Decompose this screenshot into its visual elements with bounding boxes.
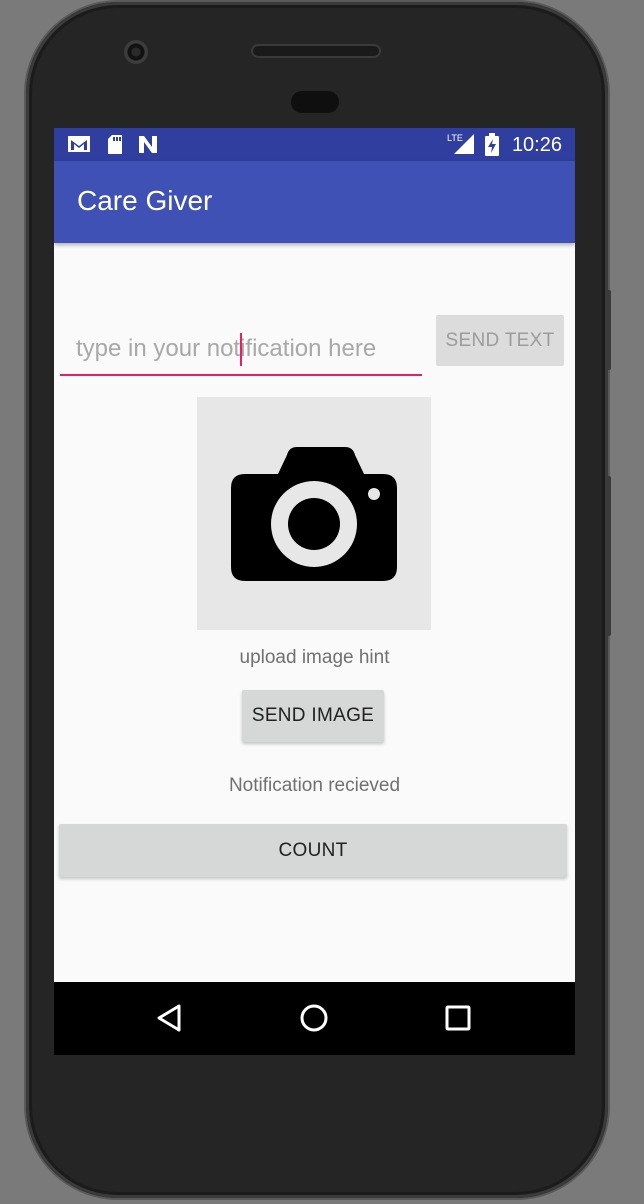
upload-image-hint: upload image hint: [239, 647, 390, 668]
clock: 10:26: [511, 134, 562, 156]
power-button: [605, 290, 611, 370]
back-icon[interactable]: [154, 1002, 186, 1039]
notification-status-text: Notification recieved: [228, 775, 401, 796]
earpiece-speaker: [251, 44, 381, 58]
send-text-button[interactable]: SEND TEXT: [436, 315, 564, 366]
sd-card-icon: [106, 134, 124, 160]
front-camera: [124, 40, 148, 64]
status-bar: LTE 10:26: [54, 128, 575, 161]
app-bar: Care Giver: [54, 161, 575, 243]
svg-text:LTE: LTE: [447, 133, 463, 143]
app-title: Care Giver: [77, 185, 213, 216]
screen: LTE 10:26 Care Giver SEND TEXT upload im…: [54, 128, 575, 1055]
navigation-bar: [54, 982, 575, 1055]
text-cursor: [240, 333, 242, 366]
lte-signal-icon: LTE: [446, 132, 476, 161]
volume-button: [605, 476, 611, 636]
gmail-icon: [67, 134, 91, 159]
send-image-button[interactable]: SEND IMAGE: [242, 690, 384, 742]
count-button[interactable]: COUNT: [59, 824, 567, 877]
camera-icon: [231, 447, 397, 581]
n-icon: [137, 134, 159, 160]
proximity-sensor: [291, 91, 339, 113]
battery-charging-icon: [484, 133, 500, 162]
recents-icon[interactable]: [442, 1002, 474, 1039]
image-upload-button[interactable]: [197, 397, 431, 630]
home-icon[interactable]: [298, 1002, 330, 1039]
